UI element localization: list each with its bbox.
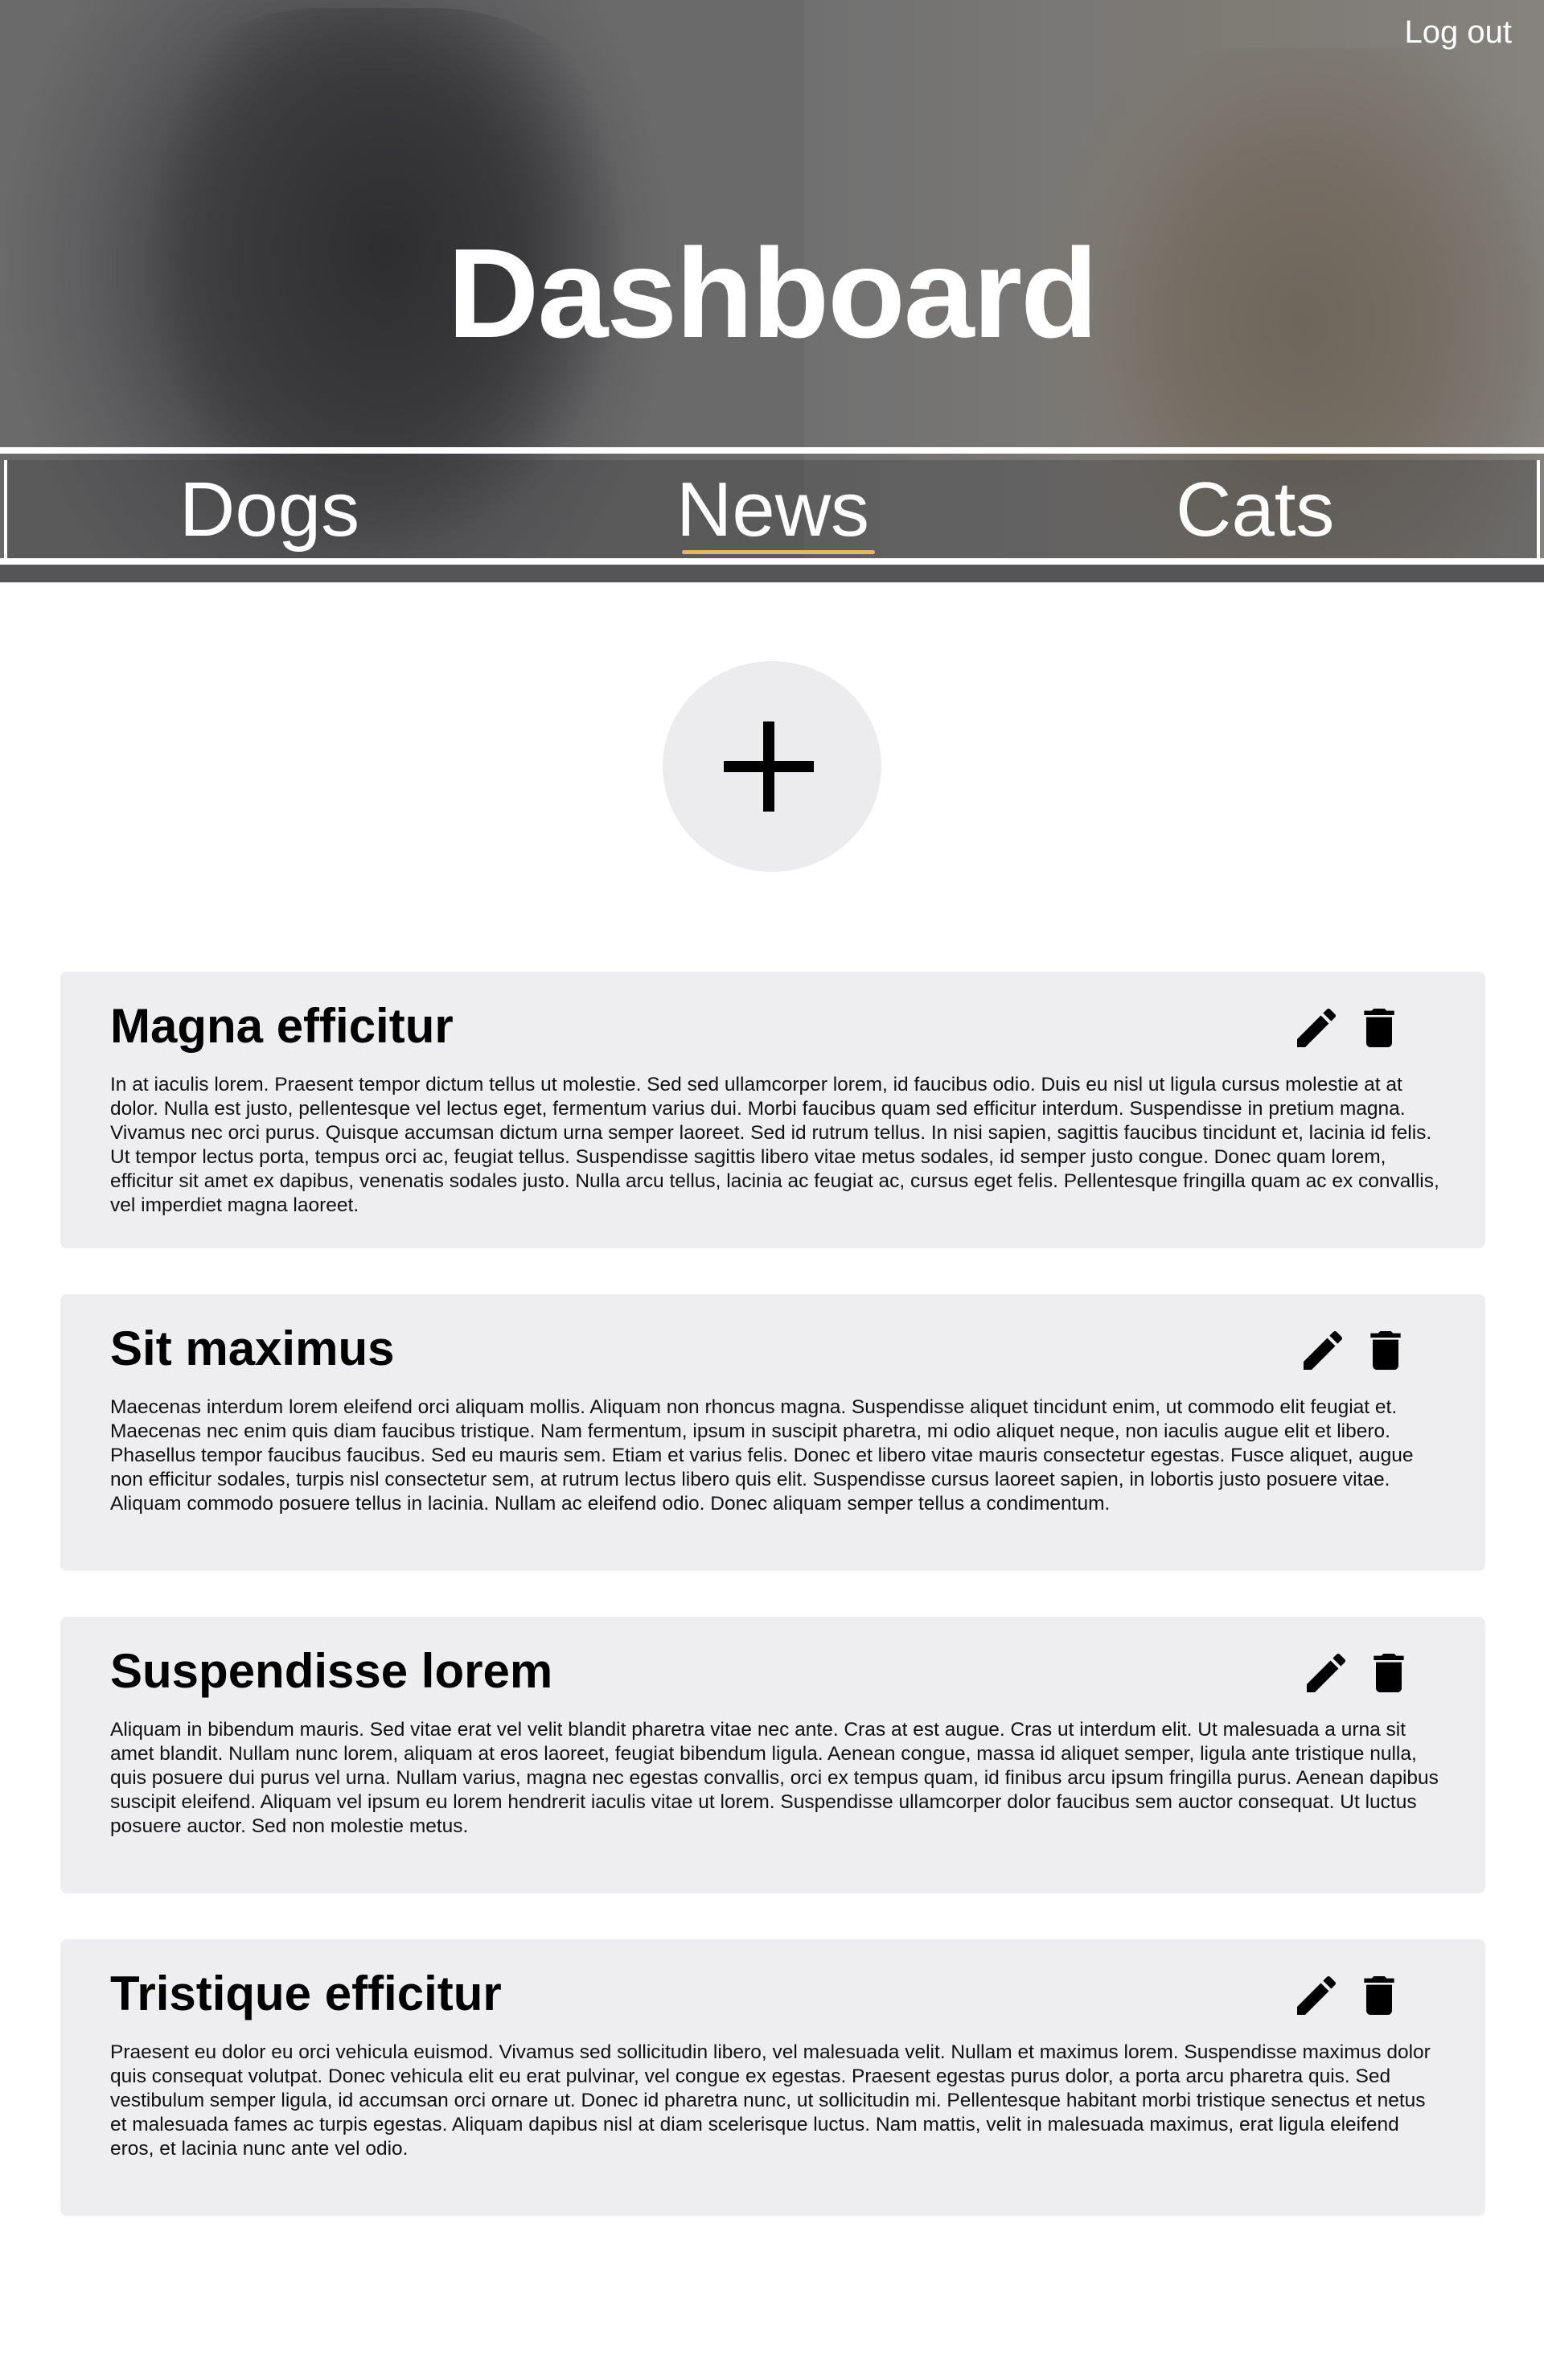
post-actions [1297, 1325, 1418, 1376]
post-title: Tristique efficitur [110, 1967, 502, 2020]
main-nav: Dogs News Cats [0, 447, 1544, 565]
trash-icon[interactable] [1353, 1002, 1405, 1054]
post-body: Praesent eu dolor eu orci vehicula euism… [110, 2041, 1431, 2160]
post-actions [1291, 1970, 1411, 2021]
post-body: Maecenas interdum lorem eleifend orci al… [110, 1396, 1414, 1515]
trash-icon[interactable] [1363, 1647, 1415, 1699]
nav-inner: Dogs News Cats [4, 460, 1540, 558]
post-title: Sit maximus [110, 1322, 395, 1375]
pencil-icon[interactable] [1297, 1325, 1349, 1376]
nav-item-dogs[interactable]: Dogs [179, 465, 359, 555]
nav-item-news[interactable]: News [676, 465, 869, 555]
pencil-icon[interactable] [1300, 1647, 1352, 1699]
post-card: Sit maximus Maecenas interdum lorem elei… [60, 1294, 1485, 1571]
pencil-icon[interactable] [1291, 1970, 1342, 2021]
post-body: Aliquam in bibendum mauris. Sed vitae er… [110, 1719, 1439, 1837]
logout-link[interactable]: Log out [1405, 14, 1512, 51]
page-title: Dashboard [447, 223, 1098, 364]
add-post-button[interactable] [663, 661, 881, 872]
post-title: Magna efficitur [110, 999, 454, 1053]
nav-item-cats[interactable]: Cats [1176, 465, 1334, 555]
post-card: Magna efficitur In at iaculis lorem. Pra… [60, 972, 1485, 1248]
post-card: Suspendisse lorem Aliquam in bibendum ma… [60, 1617, 1485, 1893]
post-body: In at iaculis lorem. Praesent tempor dic… [110, 1074, 1439, 1216]
trash-icon[interactable] [1353, 1970, 1405, 2021]
hero-header: Log out Dashboard Dogs News Cats [0, 0, 1544, 582]
nav-active-indicator [682, 550, 875, 554]
post-title: Suspendisse lorem [110, 1644, 553, 1698]
trash-icon[interactable] [1360, 1325, 1411, 1376]
hero-bottom-strip [0, 565, 1544, 582]
post-actions [1291, 1002, 1411, 1054]
pencil-icon[interactable] [1291, 1002, 1342, 1054]
post-actions [1300, 1647, 1421, 1699]
post-card: Tristique efficitur Praesent eu dolor eu… [60, 1939, 1485, 2216]
